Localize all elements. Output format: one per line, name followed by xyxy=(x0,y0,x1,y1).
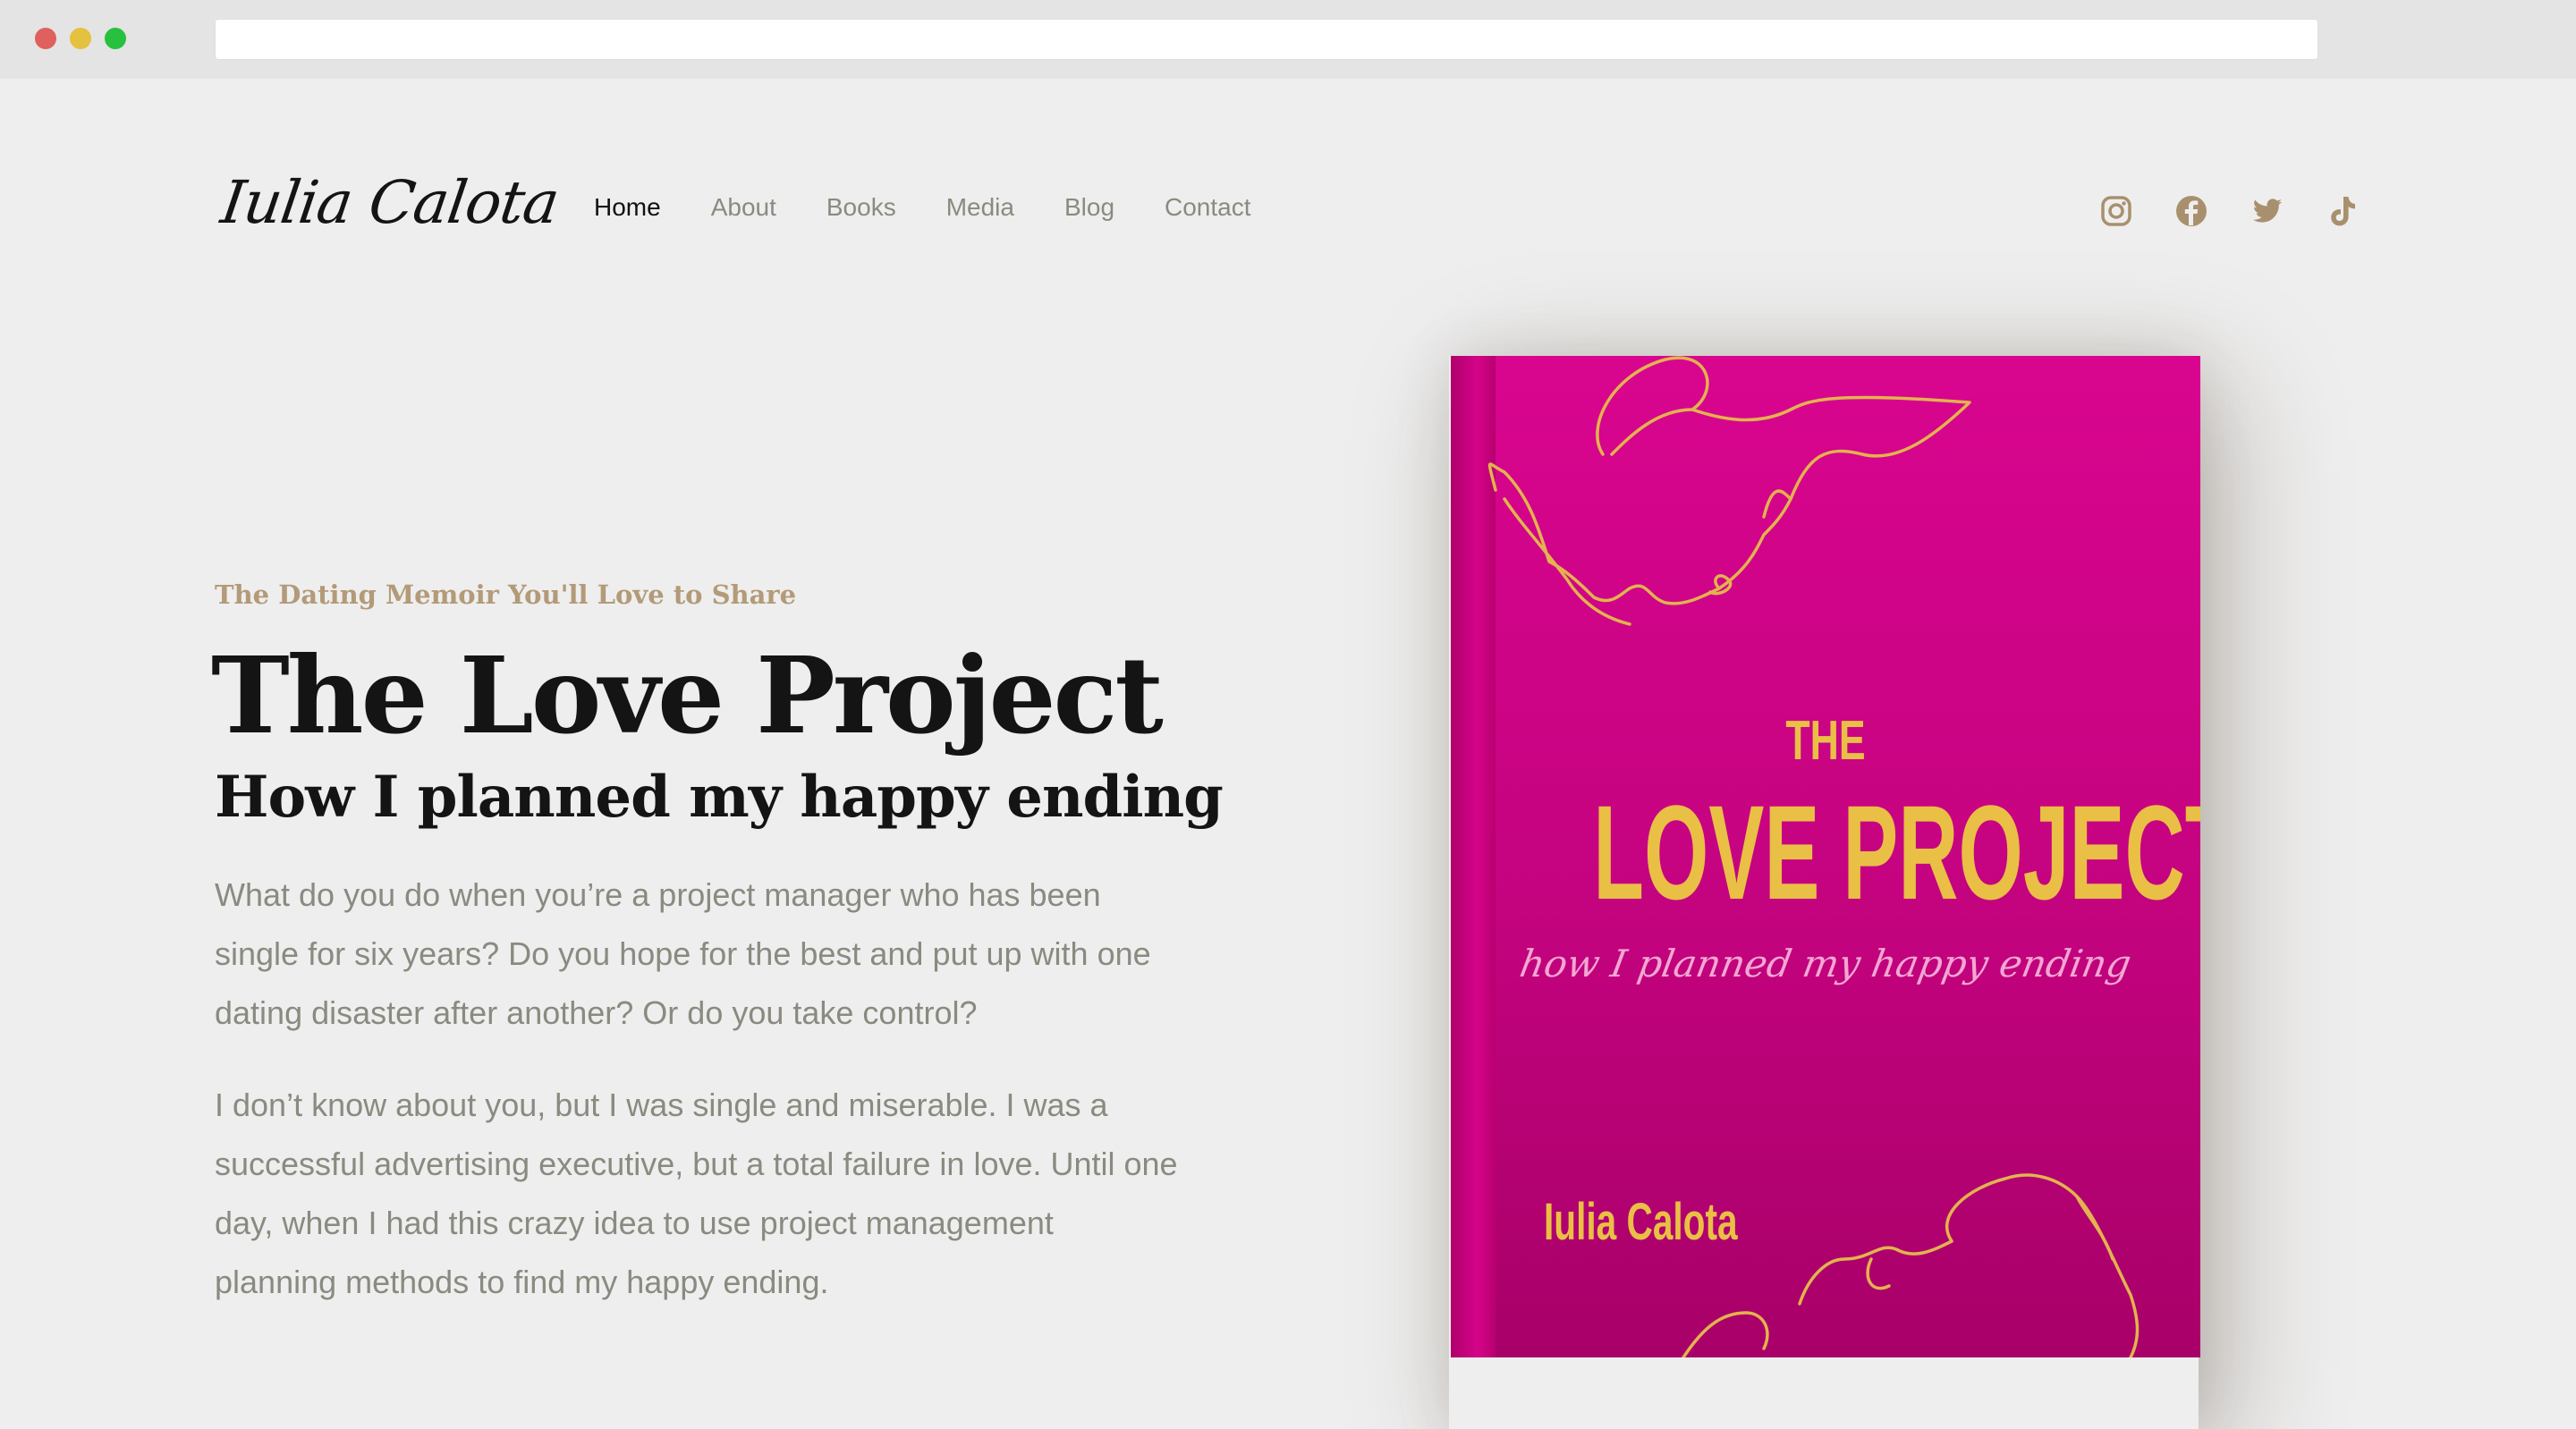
address-bar[interactable] xyxy=(215,19,2318,60)
minimize-window-button[interactable] xyxy=(70,28,91,49)
instagram-icon[interactable] xyxy=(2098,193,2140,234)
hero-paragraph-2: I don’t know about you, but I was single… xyxy=(215,1087,1178,1300)
facebook-icon[interactable] xyxy=(2174,193,2215,234)
nav-item-media[interactable]: Media xyxy=(946,193,1014,222)
hero-eyebrow: The Dating Memoir You'll Love to Share xyxy=(215,579,797,610)
nav-item-home[interactable]: Home xyxy=(594,193,661,222)
nav-item-contact[interactable]: Contact xyxy=(1165,193,1251,222)
twitter-icon[interactable] xyxy=(2249,193,2290,234)
nav-item-blog[interactable]: Blog xyxy=(1064,193,1114,222)
tiktok-icon[interactable] xyxy=(2324,193,2365,234)
close-window-button[interactable] xyxy=(35,28,56,49)
browser-chrome xyxy=(0,0,2576,79)
hero-paragraph-1: What do you do when you’re a project man… xyxy=(215,876,1151,1031)
nav-item-about[interactable]: About xyxy=(711,193,776,222)
social-links xyxy=(2098,193,2399,234)
nav-item-books[interactable]: Books xyxy=(826,193,896,222)
maximize-window-button[interactable] xyxy=(105,28,126,49)
cover-author-text: Iulia Calota xyxy=(1544,1193,1738,1251)
main-nav: Home About Books Media Blog Contact xyxy=(594,193,1301,222)
cover-the-text: THE xyxy=(1785,710,1866,772)
cover-title-text: LOVE PROJECT xyxy=(1593,777,2200,927)
book-cover-image[interactable]: THE LOVE PROJECT how I planned my happy … xyxy=(1451,356,2200,1357)
hero-subtitle: How I planned my happy ending xyxy=(215,764,1224,831)
cover-subtitle-text: how I planned my happy ending xyxy=(1516,942,2135,985)
hero-title: The Love Project xyxy=(211,633,1164,757)
site-logo[interactable]: Iulia Calota xyxy=(217,168,564,237)
